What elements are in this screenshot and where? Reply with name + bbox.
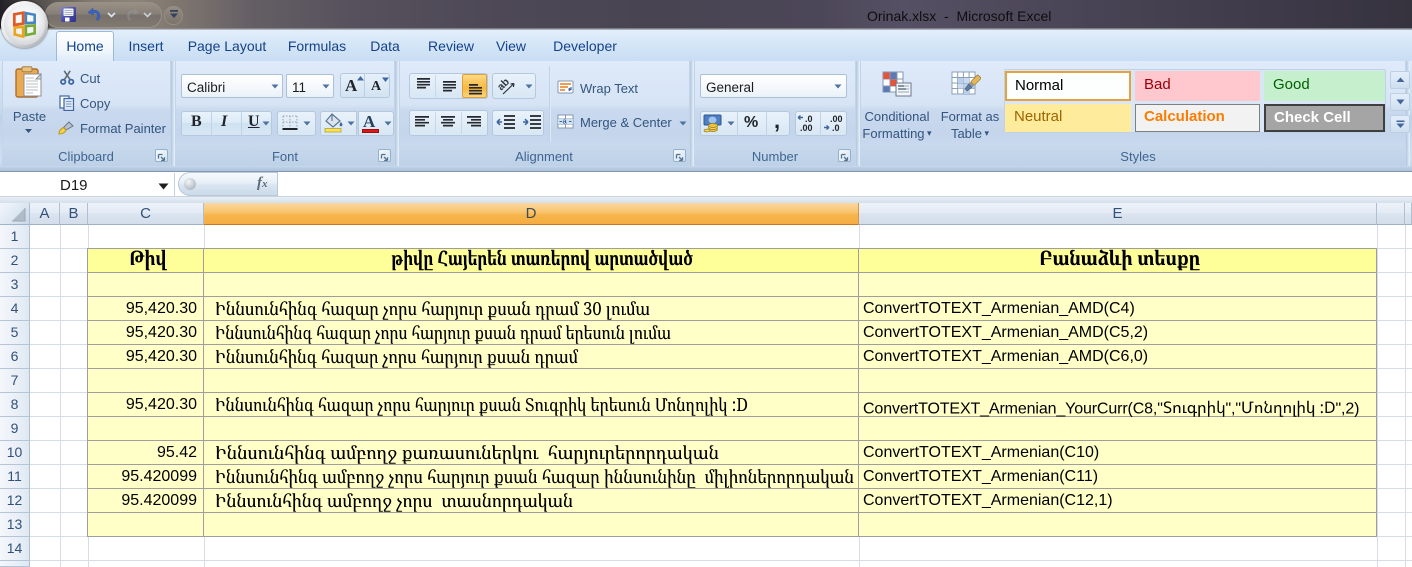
svg-text:.00: .00 xyxy=(800,123,813,133)
svg-text:.0: .0 xyxy=(832,123,840,133)
svg-text:ab: ab xyxy=(495,76,512,93)
